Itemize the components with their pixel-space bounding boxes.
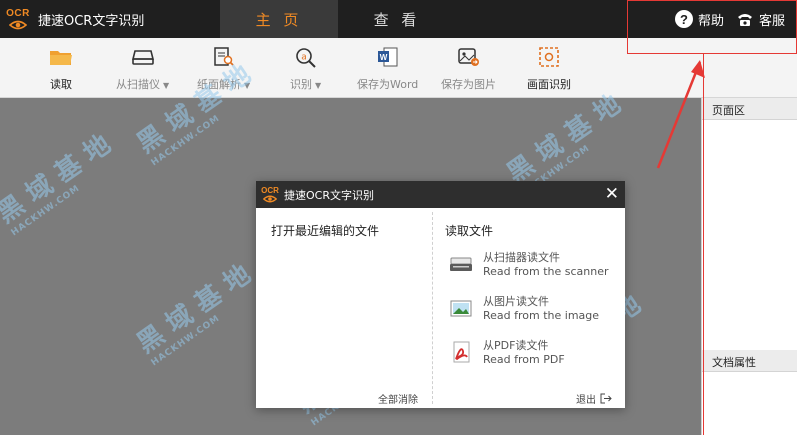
- read-button[interactable]: 读取: [48, 44, 74, 92]
- screen-capture-icon: [536, 44, 562, 70]
- eye-icon: [263, 195, 277, 202]
- help-icon: ?: [674, 10, 693, 28]
- svg-text:a: a: [301, 53, 307, 63]
- read-file-title: 读取文件: [445, 224, 494, 238]
- paper-parse-dropdown[interactable]: 纸面解析 ▼: [197, 44, 250, 92]
- recognize-dropdown[interactable]: a 识别 ▼: [290, 44, 321, 92]
- magnifier-icon: a: [293, 44, 319, 70]
- chevron-down-icon: ▼: [315, 81, 322, 90]
- close-icon[interactable]: ✕: [605, 185, 619, 203]
- scanner-en: Read from the scanner: [483, 265, 609, 278]
- open-file-dialog: OCR 捷速OCR文字识别 ✕ 打开最近编辑的文件 读取文件 从扫描器读文件 R…: [256, 181, 625, 408]
- app-title: 捷速OCR文字识别: [38, 13, 145, 29]
- dialog-body: 打开最近编辑的文件 读取文件 从扫描器读文件 Read from the sca…: [256, 208, 625, 408]
- save-word-button[interactable]: W 保存为Word: [357, 44, 418, 92]
- screen-ocr-button[interactable]: 画面识别: [527, 44, 571, 92]
- eye-icon: [9, 20, 27, 29]
- screen-ocr-label: 画面识别: [527, 78, 571, 91]
- phone-icon: [737, 14, 752, 26]
- logo-text: OCR: [6, 7, 30, 19]
- recognize-label: 识别: [290, 78, 312, 91]
- help-button[interactable]: ? 帮助: [674, 10, 724, 29]
- page-area-header: 页面区: [702, 98, 797, 120]
- tab-view[interactable]: 查 看: [338, 0, 456, 38]
- read-label: 读取: [50, 78, 72, 91]
- scan-label: 从扫描仪: [116, 78, 160, 91]
- tab-home[interactable]: 主 页: [220, 0, 338, 38]
- app-logo: OCR: [0, 0, 36, 38]
- svg-text:W: W: [379, 53, 387, 62]
- chevron-down-icon: ▼: [163, 81, 170, 90]
- image-en: Read from the image: [483, 309, 600, 322]
- read-from-image[interactable]: 从图片读文件 Read from the image: [448, 295, 599, 323]
- word-icon: W: [375, 44, 401, 70]
- scanner-zh: 从扫描器读文件: [483, 251, 560, 264]
- service-button[interactable]: 客服: [736, 10, 785, 29]
- ribbon-toolbar: 读取 从扫描仪 ▼ 纸面解析 ▼ a 识别 ▼ W 保存为Word 保存为图片 画面识: [0, 38, 797, 98]
- paper-parse-label: 纸面解析: [197, 78, 241, 91]
- dialog-logo-text: OCR: [261, 185, 279, 195]
- document-search-icon: [211, 44, 237, 70]
- read-from-pdf[interactable]: 从PDF读文件 Read from PDF: [448, 339, 565, 367]
- image-icon: [448, 295, 474, 321]
- scanner-icon: [448, 251, 474, 277]
- folder-icon: [48, 44, 74, 70]
- doc-props-header: 文档属性: [702, 350, 797, 372]
- dialog-title: 捷速OCR文字识别: [284, 188, 374, 202]
- right-panel: 页面区 文档属性: [701, 98, 797, 435]
- watermark: 黑 域 基 地HACKHW.COM: [131, 259, 257, 369]
- service-label: 客服: [758, 13, 785, 29]
- dialog-divider: [432, 212, 433, 404]
- read-from-scanner[interactable]: 从扫描器读文件 Read from the scanner: [448, 251, 609, 279]
- recent-files-title: 打开最近编辑的文件: [271, 224, 380, 238]
- image-export-icon: [456, 44, 482, 70]
- exit-label: 退出: [576, 395, 596, 406]
- header-actions: ? 帮助 客服: [674, 0, 797, 38]
- chevron-down-icon: ▼: [244, 81, 251, 90]
- exit-icon: [600, 393, 612, 404]
- save-word-label: 保存为Word: [357, 78, 419, 91]
- image-zh: 从图片读文件: [483, 295, 549, 308]
- help-label: 帮助: [697, 13, 724, 29]
- save-image-label: 保存为图片: [441, 78, 496, 91]
- title-bar: OCR 捷速OCR文字识别 主 页 查 看 ? 帮助 客服: [0, 0, 797, 38]
- dialog-titlebar: OCR 捷速OCR文字识别 ✕: [256, 181, 625, 208]
- pdf-zh: 从PDF读文件: [483, 339, 549, 352]
- clear-all-button[interactable]: 全部消除: [378, 391, 418, 406]
- dialog-logo: OCR: [256, 185, 284, 203]
- scan-dropdown[interactable]: 从扫描仪 ▼: [116, 44, 169, 92]
- scanner-icon: [130, 44, 156, 70]
- exit-button[interactable]: 退出: [576, 391, 612, 406]
- annotation-line: [703, 54, 704, 435]
- save-image-button[interactable]: 保存为图片: [441, 44, 496, 92]
- watermark: 黑 域 基 地HACKHW.COM: [0, 129, 117, 239]
- pdf-en: Read from PDF: [483, 353, 565, 366]
- pdf-icon: [448, 339, 474, 365]
